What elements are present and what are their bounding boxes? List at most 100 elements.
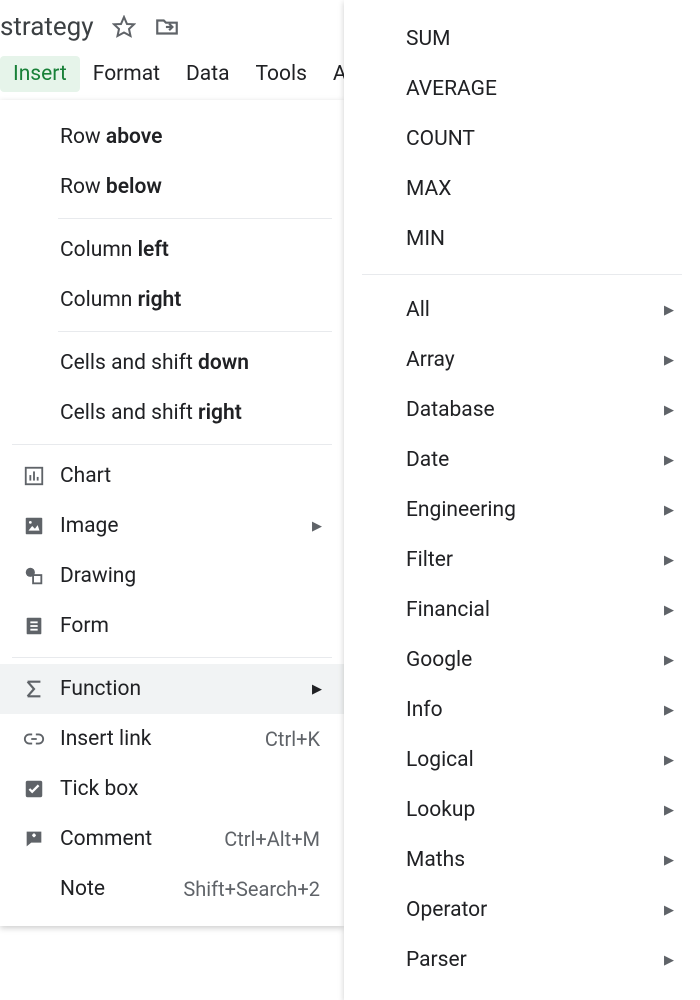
menu-separator <box>12 657 332 658</box>
submenu-arrow-icon: ▶ <box>658 403 674 418</box>
menu-function-label: Function <box>60 677 292 701</box>
function-category-label: Filter <box>406 548 644 572</box>
image-icon <box>22 514 46 538</box>
function-category-array[interactable]: Array▶ <box>344 335 700 385</box>
function-min[interactable]: MIN <box>344 214 700 264</box>
function-average[interactable]: AVERAGE <box>344 64 700 114</box>
menu-cells-shift-right[interactable]: Cells and shift right <box>0 388 344 438</box>
menu-note[interactable]: Note Shift+Search+2 <box>0 864 344 914</box>
submenu-arrow-icon: ▶ <box>658 703 674 718</box>
menu-row-above[interactable]: Row above <box>0 112 344 162</box>
move-to-folder-icon[interactable] <box>154 14 180 40</box>
function-common-list: SUM AVERAGE COUNT MAX MIN <box>344 14 700 264</box>
menu-function[interactable]: Function ▶ <box>0 664 344 714</box>
submenu-arrow-icon: ▶ <box>658 953 674 968</box>
function-categories-list: All▶Array▶Database▶Date▶Engineering▶Filt… <box>344 285 700 985</box>
drawing-icon <box>22 564 46 588</box>
function-category-engineering[interactable]: Engineering ▶ <box>344 485 700 535</box>
menubar-format[interactable]: Format <box>80 56 173 92</box>
menu-separator <box>362 274 682 275</box>
insert-menu-panel: Row above Row below Column left Column r… <box>0 100 344 926</box>
function-category-operator[interactable]: Operator▶ <box>344 885 700 935</box>
function-sum[interactable]: SUM <box>344 14 700 64</box>
function-category-label: Info <box>406 698 644 722</box>
menu-tick-box-label: Tick box <box>60 777 322 801</box>
function-category-parser[interactable]: Parser▶ <box>344 935 700 985</box>
checkbox-icon <box>22 777 46 801</box>
function-category-label: Lookup <box>406 798 644 822</box>
submenu-arrow-icon: ▶ <box>658 753 674 768</box>
submenu-arrow-icon: ▶ <box>658 303 674 318</box>
menu-image-label: Image <box>60 514 292 538</box>
function-count[interactable]: COUNT <box>344 114 700 164</box>
function-category-all[interactable]: All ▶ <box>344 285 700 335</box>
comment-icon <box>22 827 46 851</box>
submenu-arrow-icon: ▶ <box>658 653 674 668</box>
submenu-arrow-icon: ▶ <box>306 682 322 697</box>
star-icon[interactable] <box>112 15 136 39</box>
function-category-label: Maths <box>406 848 644 872</box>
menu-insert-link-label: Insert link <box>60 727 251 751</box>
function-sigma-icon <box>22 677 46 701</box>
menu-form-label: Form <box>60 614 322 638</box>
chart-icon <box>22 464 46 488</box>
function-category-database[interactable]: Database▶ <box>344 385 700 435</box>
menu-separator <box>12 444 332 445</box>
menu-insert-link-shortcut: Ctrl+K <box>265 727 322 751</box>
menu-separator <box>58 331 332 332</box>
function-category-label: Array <box>406 348 644 372</box>
function-category-maths[interactable]: Maths ▶ <box>344 835 700 885</box>
submenu-arrow-icon: ▶ <box>658 453 674 468</box>
menu-column-left-label: Column left <box>60 238 322 262</box>
function-category-label: Engineering <box>406 498 644 522</box>
title-icons <box>112 14 180 40</box>
function-label: SUM <box>406 27 674 51</box>
link-icon <box>22 727 46 751</box>
menu-cells-shift-down[interactable]: Cells and shift down <box>0 338 344 388</box>
function-category-info[interactable]: Info ▶ <box>344 685 700 735</box>
function-label: AVERAGE <box>406 77 674 101</box>
menu-tick-box[interactable]: Tick box <box>0 764 344 814</box>
menu-note-shortcut: Shift+Search+2 <box>183 877 322 901</box>
menu-row-above-label: Row above <box>60 125 322 149</box>
submenu-arrow-icon: ▶ <box>658 853 674 868</box>
doc-title-fragment: strategy <box>0 12 94 42</box>
menu-comment-shortcut: Ctrl+Alt+M <box>224 827 322 851</box>
function-category-filter[interactable]: Filter▶ <box>344 535 700 585</box>
function-category-financial[interactable]: Financial▶ <box>344 585 700 635</box>
menu-chart[interactable]: Chart <box>0 451 344 501</box>
function-category-label: Date <box>406 448 644 472</box>
function-max[interactable]: MAX <box>344 164 700 214</box>
menu-row-below[interactable]: Row below <box>0 162 344 212</box>
menu-image[interactable]: Image ▶ <box>0 501 344 551</box>
menu-chart-label: Chart <box>60 464 322 488</box>
submenu-arrow-icon: ▶ <box>658 903 674 918</box>
menubar-data[interactable]: Data <box>173 56 243 92</box>
function-category-lookup[interactable]: Lookup ▶ <box>344 785 700 835</box>
function-label: COUNT <box>406 127 674 151</box>
menu-form[interactable]: Form <box>0 601 344 651</box>
menu-column-right-label: Column right <box>60 288 322 312</box>
submenu-arrow-icon: ▶ <box>658 603 674 618</box>
submenu-arrow-icon: ▶ <box>658 803 674 818</box>
submenu-arrow-icon: ▶ <box>658 503 674 518</box>
function-category-label: Google <box>406 648 644 672</box>
function-category-label: All <box>406 298 644 322</box>
menu-cells-shift-right-label: Cells and shift right <box>60 401 322 425</box>
menu-separator <box>58 218 332 219</box>
menu-drawing-label: Drawing <box>60 564 322 588</box>
menu-column-right[interactable]: Column right <box>0 275 344 325</box>
menubar-insert[interactable]: Insert <box>0 56 80 92</box>
function-category-google[interactable]: Google ▶ <box>344 635 700 685</box>
menubar-tools[interactable]: Tools <box>243 56 320 92</box>
menu-drawing[interactable]: Drawing <box>0 551 344 601</box>
form-icon <box>22 614 46 638</box>
menu-comment[interactable]: Comment Ctrl+Alt+M <box>0 814 344 864</box>
menu-row-below-label: Row below <box>60 175 322 199</box>
function-category-logical[interactable]: Logical▶ <box>344 735 700 785</box>
function-label: MAX <box>406 177 674 201</box>
menu-note-label: Note <box>60 877 169 901</box>
function-category-date[interactable]: Date ▶ <box>344 435 700 485</box>
menu-column-left[interactable]: Column left <box>0 225 344 275</box>
menu-insert-link[interactable]: Insert link Ctrl+K <box>0 714 344 764</box>
